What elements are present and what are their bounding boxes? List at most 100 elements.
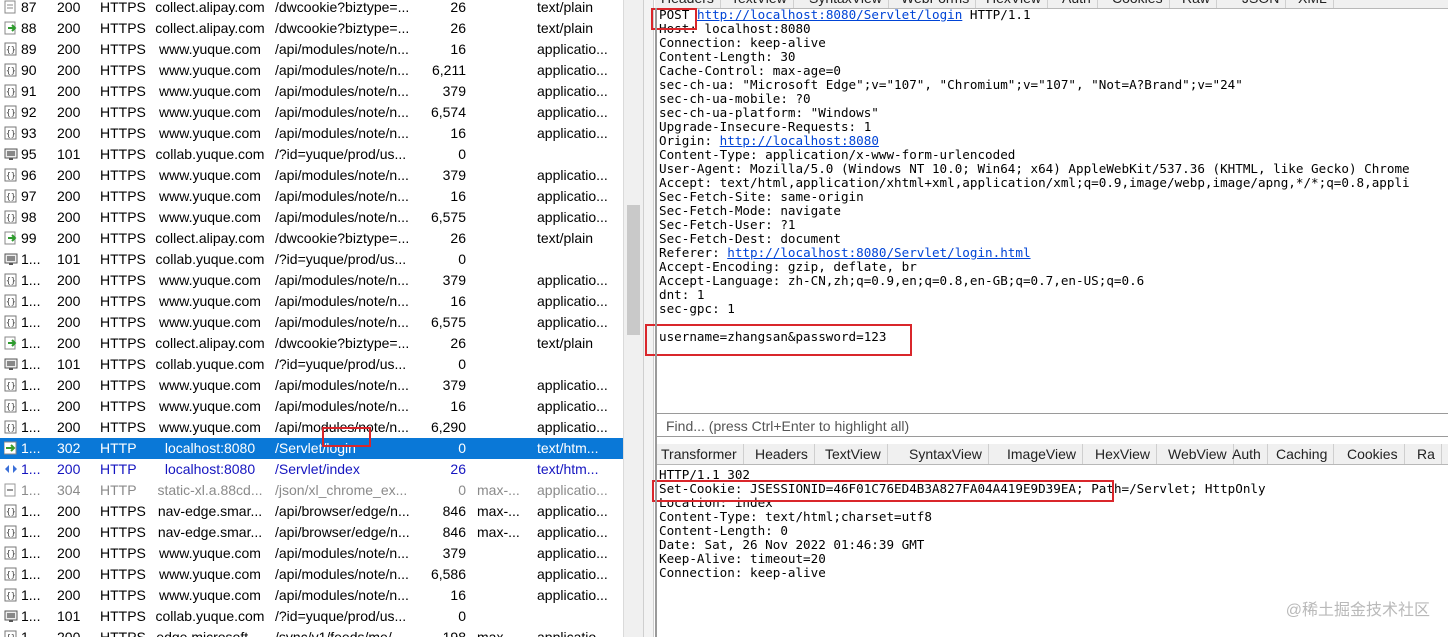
session-row[interactable]: 1... 101 HTTPS collab.yuque.com /?id=yuque/p… — [0, 249, 623, 270]
session-protocol: HTTPS — [100, 272, 146, 288]
document-icon — [4, 0, 20, 15]
session-row[interactable]: 88 200 HTTPS collect.alipay.com/dwcookie?bi… — [0, 18, 623, 39]
session-row[interactable]: {} 1... 200 HTTPS nav-edge.smar... /api/brows… — [0, 522, 623, 543]
session-content-type: text/plain — [537, 230, 594, 246]
session-row[interactable]: {} 93 200 HTTPS www.yuque.com/api/modules/no… — [0, 123, 623, 144]
tab-xml[interactable]: XML — [1292, 0, 1334, 8]
session-body-size: 26 — [450, 335, 466, 351]
session-body-size: 846 — [442, 503, 466, 519]
origin-link[interactable]: http://localhost:8080 — [720, 133, 879, 148]
session-body-size: 846 — [442, 524, 466, 540]
tab-caching[interactable]: Caching — [1270, 444, 1335, 464]
session-row[interactable]: {} 1... 200 HTTPS www.yuque.com/api/modules/… — [0, 312, 623, 333]
session-number: 1... — [21, 545, 41, 561]
session-row[interactable]: {} 98 200 HTTPS www.yuque.com/api/modules/no… — [0, 207, 623, 228]
session-row[interactable]: {} 1... 200 HTTPS www.yuque.com/api/modules/… — [0, 396, 623, 417]
tab-imageview[interactable]: ImageView — [1001, 444, 1084, 464]
session-number: 1... — [21, 314, 41, 330]
tab-textview[interactable]: TextView — [725, 0, 794, 8]
session-content-type: text/htm... — [537, 461, 599, 477]
session-url: /api/modules/note/n... — [275, 587, 409, 603]
session-url: /dwcookie?biztype=... — [275, 0, 410, 15]
session-protocol: HTTPS — [100, 524, 146, 540]
json-icon: {} — [4, 42, 20, 57]
session-list-scrollbar[interactable] — [623, 0, 643, 637]
tab-raw[interactable]: Raw — [1176, 0, 1218, 8]
session-body-size: 0 — [458, 356, 466, 372]
session-result: 101 — [57, 251, 81, 267]
request-url-link[interactable]: http://localhost:8080/Servlet/login — [697, 8, 962, 22]
session-row[interactable]: {} 92 200 HTTPS www.yuque.com/api/modules/no… — [0, 102, 623, 123]
scrollbar-thumb[interactable] — [627, 205, 640, 335]
session-host: www.yuque.com — [159, 104, 261, 120]
response-inspector-tabs: Transformer Headers TextView SyntaxView Imag… — [655, 444, 1448, 465]
find-input[interactable]: Find... (press Ctrl+Enter to highlight a… — [655, 413, 1448, 437]
session-content-type: applicatio... — [537, 587, 608, 603]
session-row[interactable]: 1... 200 HTTP localhost:8080/Servlet/index 2… — [0, 459, 623, 480]
session-row[interactable]: {} 1... 200 HTTPS www.yuque.com/api/modules/… — [0, 375, 623, 396]
session-row[interactable]: 1... 304 HTTP static-xl.a.88cd... /json/xl_c… — [0, 480, 623, 501]
session-row[interactable]: {} 1... 200 HTTPS nav-edge.smar... /api/brows… — [0, 501, 623, 522]
session-url: /?id=yuque/prod/us... — [275, 146, 407, 162]
session-row[interactable]: {} 1... 200 HTTPS www.yuque.com/api/modules/… — [0, 564, 623, 585]
tab-ra[interactable]: Ra — [1411, 444, 1442, 464]
session-row[interactable]: 1... 101 HTTPS collab.yuque.com /?id=yuque/p… — [0, 354, 623, 375]
tab-transformer[interactable]: Transformer — [655, 444, 744, 464]
session-row[interactable]: {} 1... 200 HTTPS www.yuque.com/api/modules/… — [0, 417, 623, 438]
tab-auth[interactable]: Auth — [1056, 0, 1098, 8]
tab-hexview[interactable]: HexView — [980, 0, 1048, 8]
session-row[interactable]: 95 101 HTTPS collab.yuque.com /?id=yuque/pro… — [0, 144, 623, 165]
session-url: /api/modules/note/n... — [275, 125, 409, 141]
tab-auth[interactable]: Auth — [1226, 444, 1268, 464]
session-number: 98 — [21, 209, 37, 225]
tab-cookies[interactable]: Cookies — [1106, 0, 1170, 8]
referer-link[interactable]: http://localhost:8080/Servlet/login.html — [727, 245, 1030, 260]
session-protocol: HTTPS — [100, 503, 146, 519]
svg-text:{}: {} — [6, 129, 16, 138]
svg-text:{}: {} — [6, 507, 16, 516]
session-body-size: 26 — [450, 461, 466, 477]
tab-syntaxview[interactable]: SyntaxView — [903, 444, 989, 464]
session-row[interactable]: {} 97 200 HTTPS www.yuque.com/api/modules/no… — [0, 186, 623, 207]
login-url-highlight — [322, 427, 371, 447]
body-highlight — [645, 324, 912, 356]
session-content-type: text/plain — [537, 0, 594, 15]
session-row[interactable]: 1... 101 HTTPS collab.yuque.com /?id=yuque/p… — [0, 606, 623, 627]
tab-syntaxview[interactable]: SyntaxView — [803, 0, 889, 8]
session-row[interactable]: 1... 302 HTTP localhost:8080/Servlet/login 0… — [0, 438, 623, 459]
tab-headers[interactable]: Headers — [655, 0, 721, 8]
session-row[interactable]: {} 1... 200 HTTPS www.yuque.com/api/modules/… — [0, 543, 623, 564]
origin-header: Origin: http://localhost:8080 — [655, 134, 1448, 148]
session-row[interactable]: 1... 200 HTTPS collect.alipay.com/dwcookie?… — [0, 333, 623, 354]
session-host: www.yuque.com — [159, 314, 261, 330]
tab-textview[interactable]: TextView — [819, 444, 888, 464]
tab-cookies[interactable]: Cookies — [1341, 444, 1405, 464]
session-row[interactable]: {} 89 200 HTTPS www.yuque.com/api/modules/no… — [0, 39, 623, 60]
session-row[interactable]: 87 200 HTTPS collect.alipay.com/dwcookie?bi… — [0, 0, 623, 18]
tab-webview[interactable]: WebView — [1162, 444, 1234, 464]
session-number: 99 — [21, 230, 37, 246]
tab-hexview[interactable]: HexView — [1089, 444, 1157, 464]
session-row[interactable]: {} 1... 200 HTTPS edge.microsoft.... /sync/v1… — [0, 627, 623, 637]
tab-webforms[interactable]: WebForms — [895, 0, 977, 8]
session-row[interactable]: {} 1... 200 HTTPS www.yuque.com/api/modules/… — [0, 585, 623, 606]
session-protocol: HTTP — [100, 461, 137, 477]
json-icon: {} — [4, 525, 20, 540]
session-number: 1... — [21, 524, 41, 540]
svg-text:{}: {} — [6, 276, 16, 285]
session-row[interactable]: 99 200 HTTPS collect.alipay.com/dwcookie?bi… — [0, 228, 623, 249]
tab-json[interactable]: JSON — [1236, 0, 1287, 8]
svg-text:{}: {} — [6, 108, 16, 117]
json-icon: {} — [4, 84, 20, 99]
session-row[interactable]: {} 96 200 HTTPS www.yuque.com/api/modules/no… — [0, 165, 623, 186]
tab-headers[interactable]: Headers — [749, 444, 815, 464]
svg-text:{}: {} — [6, 402, 16, 411]
session-row[interactable]: {} 1... 200 HTTPS www.yuque.com/api/modules/… — [0, 291, 623, 312]
session-row[interactable]: {} 91 200 HTTPS www.yuque.com/api/modules/no… — [0, 81, 623, 102]
session-row[interactable]: {} 90 200 HTTPS www.yuque.com/api/modules/no… — [0, 60, 623, 81]
session-protocol: HTTPS — [100, 104, 146, 120]
session-body-size: 16 — [450, 125, 466, 141]
session-row[interactable]: {} 1... 200 HTTPS www.yuque.com/api/modules/… — [0, 270, 623, 291]
session-host: collect.alipay.com — [155, 335, 265, 351]
panel-splitter[interactable] — [643, 0, 654, 637]
